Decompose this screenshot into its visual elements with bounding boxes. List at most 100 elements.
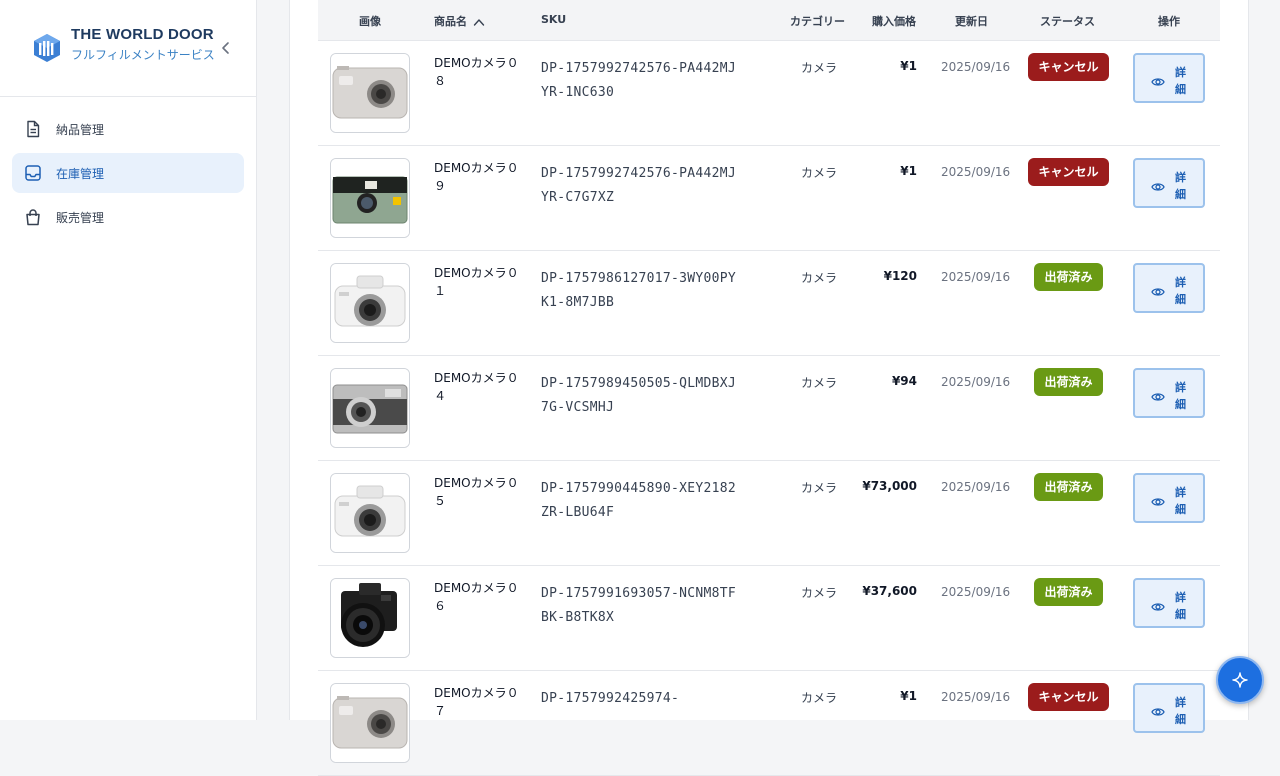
product-image[interactable]	[330, 683, 410, 763]
table-row: DEMOカメラ０５ DP-1757990445890-XEY2182ZR-LBU6…	[318, 461, 1220, 566]
column-header-name-label: 商品名	[434, 15, 467, 28]
updated-date: 2025/09/16	[941, 690, 1011, 704]
column-header-sku: SKU	[541, 13, 567, 26]
product-sku: DP-1757992742576-PA442MJYR-C7G7XZ	[541, 166, 737, 205]
detail-button[interactable]: 詳細	[1133, 158, 1205, 208]
product-category: カメラ	[801, 586, 838, 600]
product-category: カメラ	[801, 166, 838, 180]
detail-button-label: 詳細	[1175, 591, 1186, 621]
purchase-price: ¥1	[900, 164, 917, 178]
sidebar-nav: 納品管理 在庫管理 販売管理	[12, 109, 244, 241]
status-badge: 出荷済み	[1034, 263, 1103, 291]
sidebar-item-label: 在庫管理	[56, 166, 105, 181]
detail-button[interactable]: 詳細	[1133, 368, 1205, 418]
status-badge: キャンセル	[1028, 53, 1109, 81]
column-header-image: 画像	[359, 15, 381, 28]
updated-date: 2025/09/16	[941, 165, 1011, 179]
detail-button-label: 詳細	[1175, 66, 1186, 96]
camera-photo-icon	[331, 159, 409, 237]
collapse-sidebar-chevron-left-icon[interactable]	[216, 38, 236, 58]
detail-button-label: 詳細	[1175, 276, 1186, 306]
eye-icon	[1151, 73, 1165, 86]
status-badge: 出荷済み	[1034, 578, 1103, 606]
detail-button[interactable]: 詳細	[1133, 263, 1205, 313]
product-image[interactable]	[330, 158, 410, 238]
purchase-price: ¥94	[891, 374, 917, 388]
product-image[interactable]	[330, 473, 410, 553]
table-body: DEMOカメラ０８ DP-1757992742576-PA442MJYR-1NC6…	[318, 41, 1220, 776]
updated-date: 2025/09/16	[941, 270, 1011, 284]
assistant-sparkle-button[interactable]	[1216, 656, 1264, 704]
brand-subtitle: フルフィルメントサービス	[71, 48, 215, 62]
product-image[interactable]	[330, 368, 410, 448]
product-image[interactable]	[330, 263, 410, 343]
product-category: カメラ	[801, 271, 838, 285]
column-header-name[interactable]: 商品名	[434, 13, 485, 29]
column-header-price: 購入価格	[872, 15, 916, 28]
product-sku: DP-1757992742576-PA442MJYR-1NC630	[541, 61, 737, 100]
purchase-price: ¥1	[900, 59, 917, 73]
shopping-bag-icon	[24, 208, 42, 226]
detail-button[interactable]: 詳細	[1133, 578, 1205, 628]
camera-photo-icon	[331, 579, 409, 657]
eye-icon	[1151, 178, 1165, 191]
brand-header: THE WORLD DOOR フルフィルメントサービス	[0, 0, 256, 97]
product-category: カメラ	[801, 61, 838, 75]
purchase-price: ¥73,000	[862, 479, 917, 493]
sidebar-item-inventory[interactable]: 在庫管理	[12, 153, 244, 193]
product-name: DEMOカメラ０４	[434, 371, 519, 403]
camera-photo-icon	[331, 684, 409, 762]
product-sku: DP-1757990445890-XEY2182ZR-LBU64F	[541, 481, 737, 520]
column-header-updated: 更新日	[955, 15, 988, 28]
product-sku: DP-1757991693057-NCNM8TFBK-B8TK8X	[541, 586, 737, 625]
inventory-table: 画像 商品名 SKU カテゴリー 購入価格 更新日 ステータス 操作 DEMOカ…	[318, 0, 1220, 776]
table-row: DEMOカメラ０４ DP-1757989450505-QLMDBXJ7G-VCSM…	[318, 356, 1220, 461]
table-row: DEMOカメラ０９ DP-1757992742576-PA442MJYR-C7G7…	[318, 146, 1220, 251]
eye-icon	[1151, 283, 1165, 296]
sidebar-item-delivery[interactable]: 納品管理	[12, 109, 244, 149]
status-badge: キャンセル	[1028, 158, 1109, 186]
sidebar: THE WORLD DOOR フルフィルメントサービス 納品管理 在庫管理 販売…	[0, 0, 257, 720]
detail-button[interactable]: 詳細	[1133, 53, 1205, 103]
table-row: DEMOカメラ０７ DP-1757992425974- カメラ ¥1 2025/09/1…	[318, 671, 1220, 776]
product-image[interactable]	[330, 578, 410, 658]
camera-photo-icon	[331, 369, 409, 447]
product-sku: DP-1757986127017-3WY00PYK1-8M7JBB	[541, 271, 737, 310]
product-category: カメラ	[801, 376, 838, 390]
sparkle-icon	[1232, 672, 1248, 688]
product-sku: DP-1757992425974-	[541, 691, 680, 706]
product-name: DEMOカメラ０８	[434, 56, 519, 88]
detail-button-label: 詳細	[1175, 486, 1186, 516]
eye-icon	[1151, 388, 1165, 401]
status-badge: キャンセル	[1028, 683, 1109, 711]
purchase-price: ¥120	[883, 269, 917, 283]
eye-icon	[1151, 598, 1165, 611]
status-badge: 出荷済み	[1034, 368, 1103, 396]
inbox-icon	[24, 164, 42, 182]
product-category: カメラ	[801, 481, 838, 495]
document-icon	[24, 120, 42, 138]
table-header: 画像 商品名 SKU カテゴリー 購入価格 更新日 ステータス 操作	[318, 0, 1220, 41]
camera-photo-icon	[331, 474, 409, 552]
product-sku: DP-1757989450505-QLMDBXJ7G-VCSMHJ	[541, 376, 737, 415]
column-header-status: ステータス	[1040, 15, 1095, 28]
sidebar-item-label: 納品管理	[56, 122, 105, 137]
product-name: DEMOカメラ０７	[434, 686, 519, 718]
updated-date: 2025/09/16	[941, 60, 1011, 74]
updated-date: 2025/09/16	[941, 375, 1011, 389]
detail-button[interactable]: 詳細	[1133, 473, 1205, 523]
product-image[interactable]	[330, 53, 410, 133]
table-row: DEMOカメラ０１ DP-1757986127017-3WY00PYK1-8M7J…	[318, 251, 1220, 356]
sort-ascending-chevron-up-icon[interactable]	[473, 17, 485, 27]
updated-date: 2025/09/16	[941, 480, 1011, 494]
table-row: DEMOカメラ０６ DP-1757991693057-NCNM8TFBK-B8TK…	[318, 566, 1220, 671]
detail-button[interactable]: 詳細	[1133, 683, 1205, 733]
updated-date: 2025/09/16	[941, 585, 1011, 599]
purchase-price: ¥37,600	[862, 584, 917, 598]
purchase-price: ¥1	[900, 689, 917, 703]
table-row: DEMOカメラ０８ DP-1757992742576-PA442MJYR-1NC6…	[318, 41, 1220, 146]
camera-photo-icon	[331, 264, 409, 342]
sidebar-item-sales[interactable]: 販売管理	[12, 197, 244, 237]
product-name: DEMOカメラ０６	[434, 581, 519, 613]
sidebar-item-label: 販売管理	[56, 210, 105, 225]
